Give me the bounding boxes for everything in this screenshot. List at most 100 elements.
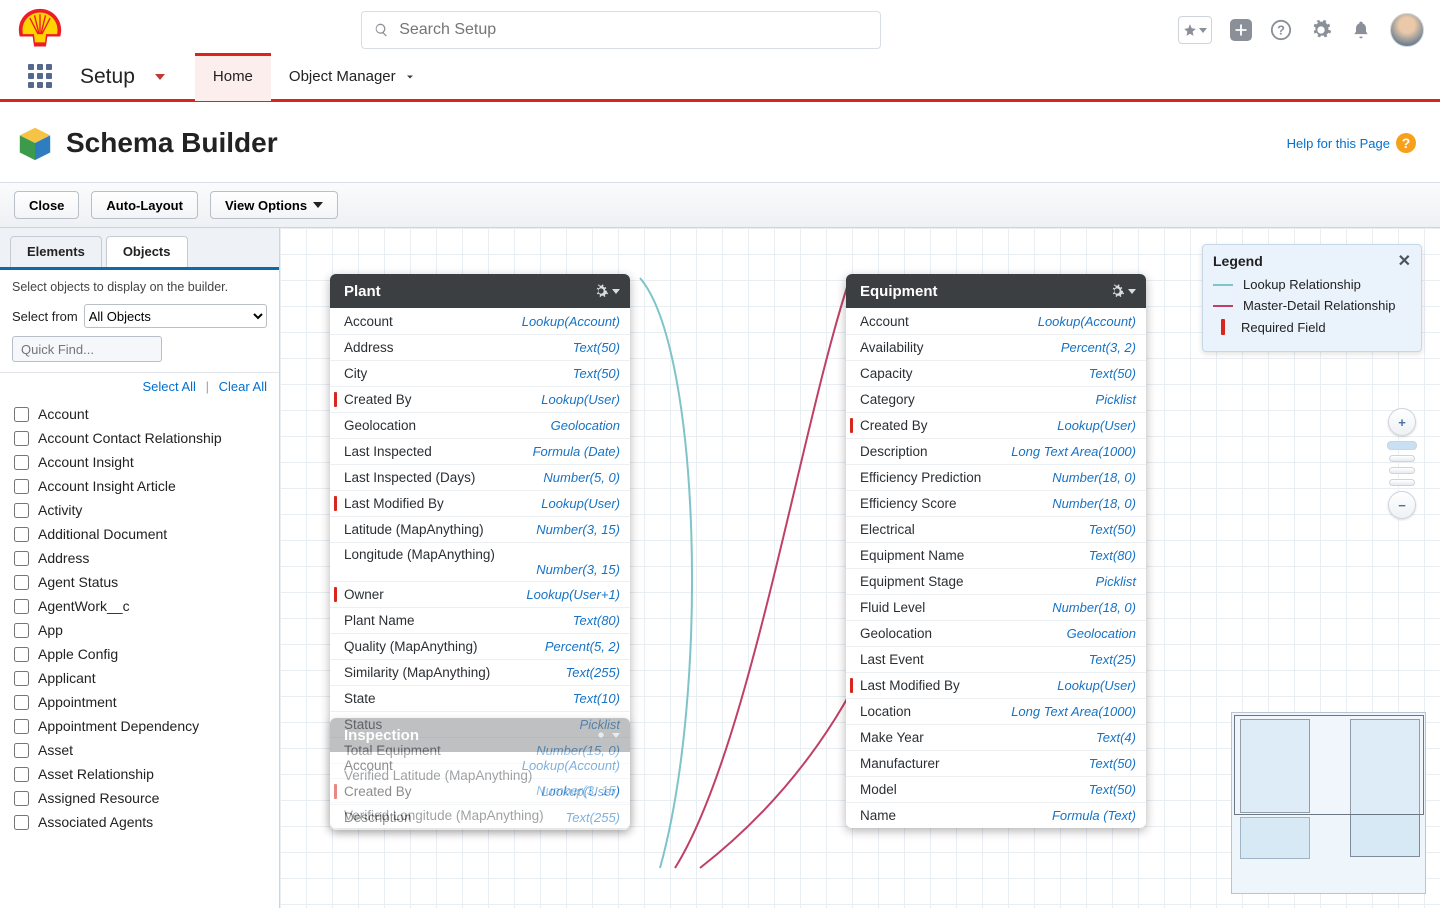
field-row[interactable]: Fluid LevelNumber(18, 0): [846, 594, 1146, 620]
app-launcher-icon[interactable]: [28, 64, 54, 90]
object-checkbox[interactable]: [14, 647, 29, 662]
object-checkbox[interactable]: [14, 815, 29, 830]
field-row[interactable]: Latitude (MapAnything)Number(3, 15): [330, 516, 630, 542]
tab-home[interactable]: Home: [195, 53, 271, 101]
sidebar-tab-elements[interactable]: Elements: [10, 236, 102, 267]
object-list-item[interactable]: Associated Agents: [0, 810, 279, 834]
field-row[interactable]: OwnerLookup(User+1): [330, 581, 630, 607]
field-row[interactable]: Make YearText(4): [846, 724, 1146, 750]
field-row[interactable]: AddressText(50): [330, 334, 630, 360]
field-row[interactable]: ModelText(50): [846, 776, 1146, 802]
field-row[interactable]: Created ByLookup(User): [330, 778, 630, 804]
object-checkbox[interactable]: [14, 719, 29, 734]
field-row[interactable]: NameFormula (Text): [846, 802, 1146, 828]
field-row[interactable]: GeolocationGeolocation: [846, 620, 1146, 646]
search-input[interactable]: [399, 21, 868, 39]
object-checkbox[interactable]: [14, 407, 29, 422]
minimap[interactable]: [1231, 712, 1426, 894]
sidebar-tab-objects[interactable]: Objects: [106, 236, 188, 267]
zoom-step[interactable]: [1389, 467, 1415, 474]
object-checkbox[interactable]: [14, 791, 29, 806]
object-list-item[interactable]: Account Insight: [0, 450, 279, 474]
object-list-item[interactable]: Apple Config: [0, 642, 279, 666]
zoom-in-button[interactable]: +: [1388, 408, 1416, 436]
field-row[interactable]: Last Inspected (Days)Number(5, 0): [330, 464, 630, 490]
field-row[interactable]: Created ByLookup(User): [330, 386, 630, 412]
legend-close-icon[interactable]: ✕: [1398, 251, 1411, 271]
field-row[interactable]: ElectricalText(50): [846, 516, 1146, 542]
object-list-item[interactable]: Asset Relationship: [0, 762, 279, 786]
select-all-link[interactable]: Select All: [142, 379, 195, 394]
field-row[interactable]: Created ByLookup(User): [846, 412, 1146, 438]
select-from-dropdown[interactable]: All Objects: [84, 304, 267, 328]
field-row[interactable]: Last EventText(25): [846, 646, 1146, 672]
object-checkbox[interactable]: [14, 479, 29, 494]
object-checkbox[interactable]: [14, 551, 29, 566]
field-row[interactable]: Efficiency ScoreNumber(18, 0): [846, 490, 1146, 516]
object-checkbox[interactable]: [14, 671, 29, 686]
object-list-item[interactable]: Agent Status: [0, 570, 279, 594]
close-button[interactable]: Close: [14, 191, 79, 219]
object-list-item[interactable]: App: [0, 618, 279, 642]
field-row[interactable]: DescriptionText(255): [330, 804, 630, 830]
field-row[interactable]: ManufacturerText(50): [846, 750, 1146, 776]
object-list-item[interactable]: Applicant: [0, 666, 279, 690]
zoom-level-indicator[interactable]: [1387, 441, 1417, 450]
object-list[interactable]: AccountAccount Contact RelationshipAccou…: [0, 402, 279, 908]
object-checkbox[interactable]: [14, 743, 29, 758]
object-checkbox[interactable]: [14, 599, 29, 614]
object-checkbox[interactable]: [14, 527, 29, 542]
object-list-item[interactable]: AgentWork__c: [0, 594, 279, 618]
object-list-item[interactable]: Activity: [0, 498, 279, 522]
object-list-item[interactable]: Appointment: [0, 690, 279, 714]
object-list-item[interactable]: Account Insight Article: [0, 474, 279, 498]
quick-find-input[interactable]: [12, 336, 162, 362]
add-button[interactable]: [1230, 19, 1252, 41]
object-list-item[interactable]: Asset: [0, 738, 279, 762]
entity-menu-button[interactable]: [593, 283, 620, 299]
field-row[interactable]: Equipment StagePicklist: [846, 568, 1146, 594]
field-row[interactable]: Last Modified ByLookup(User): [846, 672, 1146, 698]
tab-object-manager[interactable]: Object Manager: [271, 53, 434, 101]
object-list-item[interactable]: Additional Document: [0, 522, 279, 546]
field-row[interactable]: CityText(50): [330, 360, 630, 386]
object-checkbox[interactable]: [14, 503, 29, 518]
zoom-out-button[interactable]: −: [1388, 491, 1416, 519]
help-for-page-link[interactable]: Help for this Page ?: [1287, 133, 1416, 153]
zoom-step[interactable]: [1389, 455, 1415, 462]
notifications-button[interactable]: [1350, 19, 1372, 41]
entity-equipment[interactable]: Equipment AccountLookup(Account)Availabi…: [846, 274, 1146, 828]
field-row[interactable]: Last InspectedFormula (Date): [330, 438, 630, 464]
field-row[interactable]: GeolocationGeolocation: [330, 412, 630, 438]
settings-button[interactable]: [1310, 19, 1332, 41]
object-checkbox[interactable]: [14, 695, 29, 710]
field-row[interactable]: AccountLookup(Account): [846, 308, 1146, 334]
field-row[interactable]: Quality (MapAnything)Percent(5, 2): [330, 633, 630, 659]
view-options-button[interactable]: View Options: [210, 191, 338, 219]
field-row[interactable]: Equipment NameText(80): [846, 542, 1146, 568]
field-row[interactable]: Longitude (MapAnything)Number(3, 15): [330, 542, 630, 581]
zoom-step[interactable]: [1389, 479, 1415, 486]
entity-menu-button[interactable]: [593, 727, 620, 743]
clear-all-link[interactable]: Clear All: [219, 379, 267, 394]
field-row[interactable]: Similarity (MapAnything)Text(255): [330, 659, 630, 685]
auto-layout-button[interactable]: Auto-Layout: [91, 191, 198, 219]
field-row[interactable]: CapacityText(50): [846, 360, 1146, 386]
help-button[interactable]: ?: [1270, 19, 1292, 41]
object-checkbox[interactable]: [14, 623, 29, 638]
object-checkbox[interactable]: [14, 455, 29, 470]
object-list-item[interactable]: Account Contact Relationship: [0, 426, 279, 450]
field-row[interactable]: Last Modified ByLookup(User): [330, 490, 630, 516]
entity-menu-button[interactable]: [1109, 283, 1136, 299]
object-list-item[interactable]: Address: [0, 546, 279, 570]
field-row[interactable]: Plant NameText(80): [330, 607, 630, 633]
object-list-item[interactable]: Appointment Dependency: [0, 714, 279, 738]
field-row[interactable]: AvailabilityPercent(3, 2): [846, 334, 1146, 360]
field-row[interactable]: LocationLong Text Area(1000): [846, 698, 1146, 724]
field-row[interactable]: CategoryPicklist: [846, 386, 1146, 412]
object-checkbox[interactable]: [14, 767, 29, 782]
global-search[interactable]: [361, 11, 881, 49]
field-row[interactable]: StateText(10): [330, 685, 630, 711]
field-row[interactable]: AccountLookup(Account): [330, 752, 630, 778]
app-name[interactable]: Setup: [80, 65, 165, 89]
